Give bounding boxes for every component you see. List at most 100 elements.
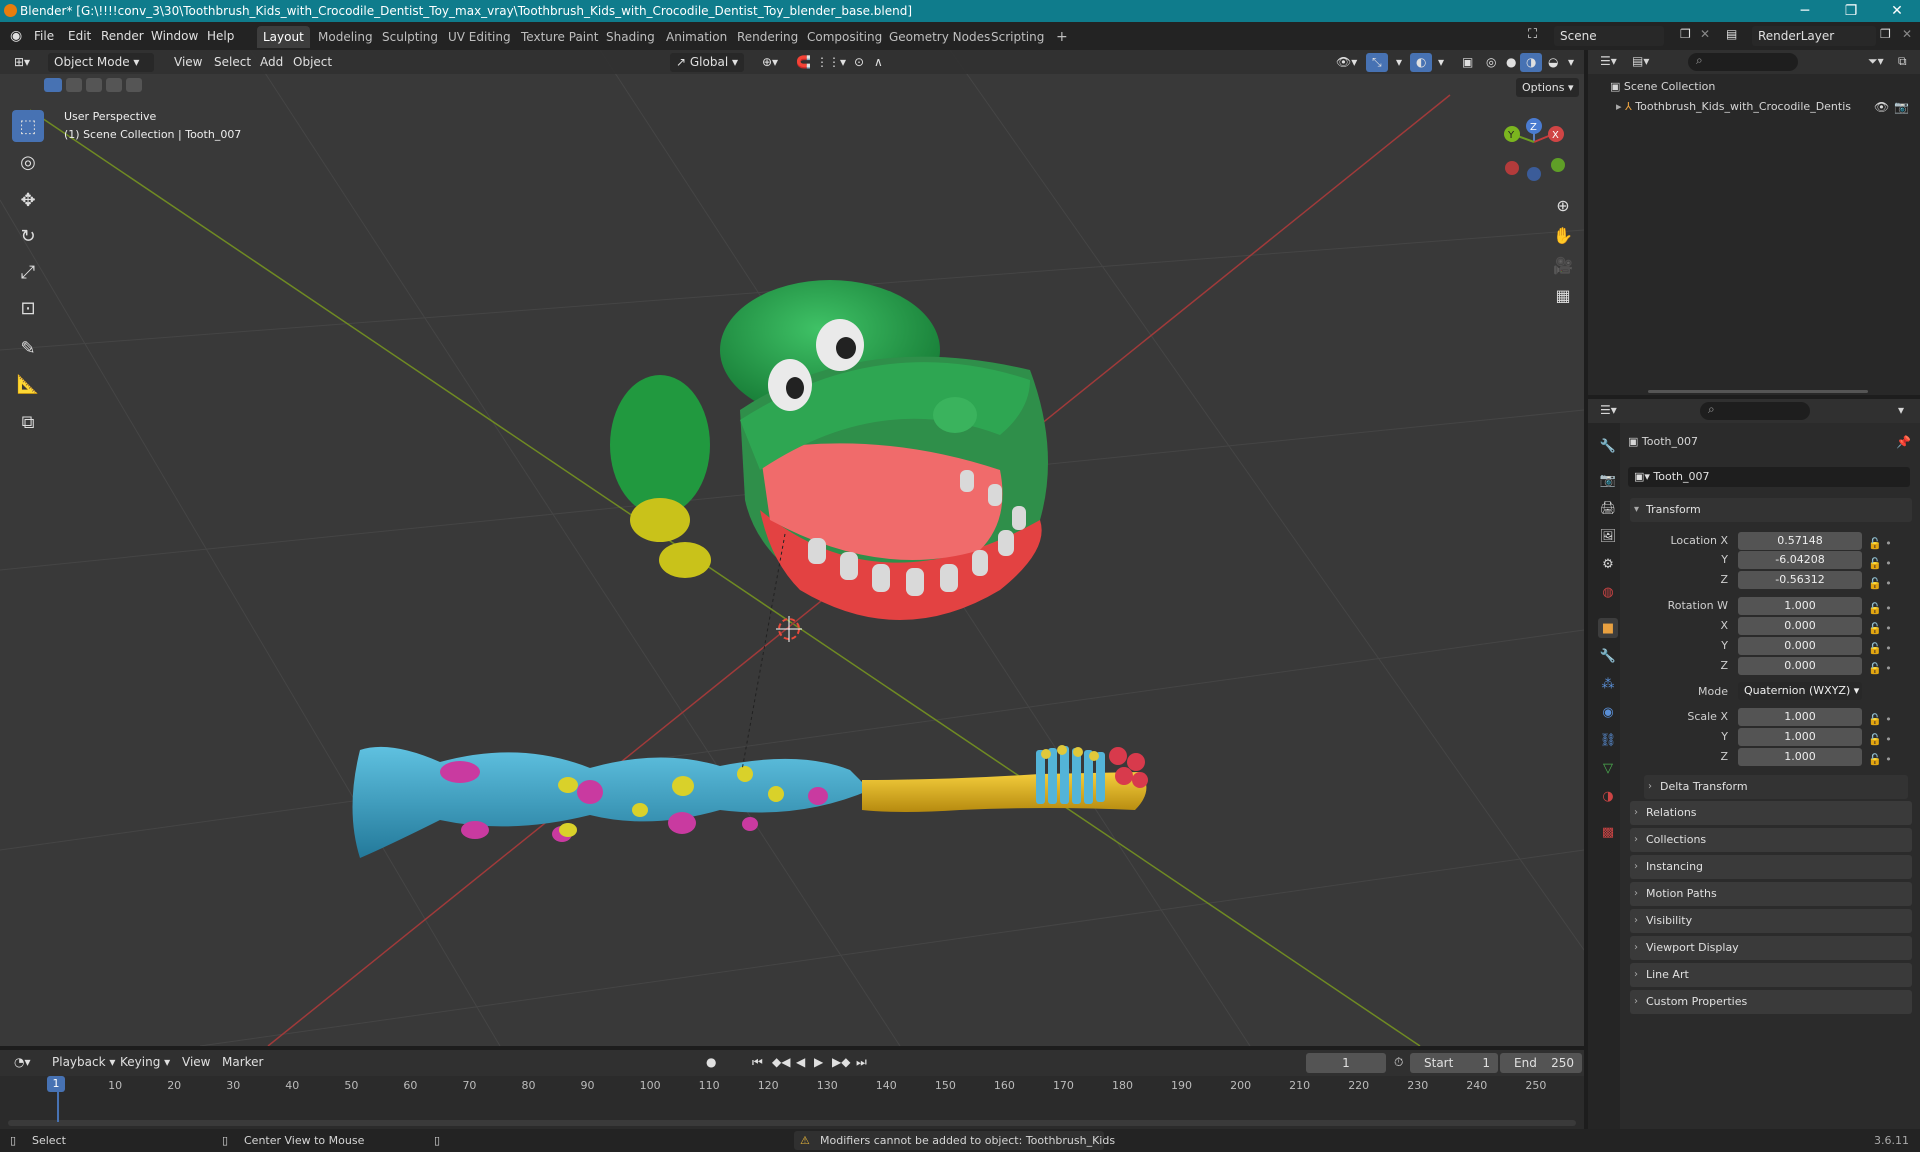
object-datablock-field[interactable]: ▣▾ Tooth_007: [1628, 467, 1910, 487]
timeline-view-menu[interactable]: View: [176, 1053, 216, 1072]
render-layer-icon[interactable]: ▤: [1726, 27, 1737, 41]
tab-compositing[interactable]: Compositing: [801, 26, 888, 48]
blender-menu-icon[interactable]: ◉: [10, 28, 22, 44]
cursor-tool-icon[interactable]: ◎: [12, 146, 44, 178]
properties-editor-type-icon[interactable]: ☰▾: [1600, 403, 1617, 417]
scene-selector[interactable]: Scene: [1554, 26, 1664, 46]
gizmo-dropdown-icon[interactable]: ▾: [1390, 53, 1408, 72]
collections-section[interactable]: › Collections: [1630, 828, 1912, 852]
pan-hand-icon[interactable]: ✋: [1550, 222, 1576, 248]
outliner-search-input[interactable]: ⌕: [1688, 53, 1798, 71]
lock-icon[interactable]: 🔓 •: [1868, 554, 1908, 574]
texture-tab-icon[interactable]: ▩: [1598, 822, 1618, 842]
select-subtract-icon[interactable]: [86, 78, 102, 92]
new-collection-icon[interactable]: ⧉: [1898, 54, 1907, 69]
physics-tab-icon[interactable]: ◉: [1598, 702, 1618, 722]
particles-tab-icon[interactable]: ⁂: [1598, 674, 1618, 694]
menu-edit[interactable]: Edit: [68, 29, 91, 43]
viewport-display-section[interactable]: › Viewport Display: [1630, 936, 1912, 960]
start-frame-field[interactable]: Start 1: [1410, 1053, 1498, 1073]
visibility-icon[interactable]: 👁▾: [1330, 53, 1363, 72]
transform-orientation-dropdown[interactable]: ↗ Global ▾: [670, 53, 744, 72]
menu-file[interactable]: File: [34, 29, 54, 43]
select-invert-icon[interactable]: [106, 78, 122, 92]
output-tab-icon[interactable]: 🖨: [1598, 498, 1618, 518]
location-y-field[interactable]: -6.04208: [1738, 551, 1862, 569]
gizmo-toggle-icon[interactable]: ⤡: [1366, 53, 1388, 72]
location-z-field[interactable]: -0.56312: [1738, 571, 1862, 589]
data-tab-icon[interactable]: ▽: [1598, 758, 1618, 778]
menu-window[interactable]: Window: [151, 29, 198, 43]
auto-keying-icon[interactable]: ●: [700, 1053, 722, 1072]
new-view-layer-icon[interactable]: ❐: [1880, 27, 1891, 41]
shading-dropdown-icon[interactable]: ▾: [1562, 53, 1580, 72]
remove-scene-icon[interactable]: ✕: [1700, 27, 1710, 41]
new-scene-icon[interactable]: ❐: [1680, 27, 1691, 41]
scale-x-field[interactable]: 1.000: [1738, 708, 1862, 726]
instancing-section[interactable]: › Instancing: [1630, 855, 1912, 879]
menu-select[interactable]: Select: [208, 53, 257, 72]
lock-icon[interactable]: 🔓 •: [1868, 574, 1908, 594]
delta-transform-section[interactable]: › Delta Transform: [1644, 775, 1908, 799]
scene-icon[interactable]: ⛶: [1528, 27, 1537, 42]
overlays-dropdown-icon[interactable]: ▾: [1432, 53, 1450, 72]
end-frame-field[interactable]: End 250: [1500, 1053, 1582, 1073]
object-mode-dropdown[interactable]: Object Mode ▾: [48, 53, 154, 72]
crocodile-toy[interactable]: [610, 280, 1048, 620]
tab-rendering[interactable]: Rendering: [731, 26, 804, 48]
constraints-tab-icon[interactable]: ⛓: [1598, 730, 1618, 750]
editor-type-icon[interactable]: ⊞▾: [8, 53, 36, 72]
outliner-editor-type-icon[interactable]: ☰▾: [1600, 54, 1617, 68]
frame-range-clock-icon[interactable]: ⏱: [1388, 1053, 1409, 1072]
move-tool-icon[interactable]: ✥: [12, 184, 44, 216]
tab-scripting[interactable]: Scripting: [985, 26, 1050, 48]
rotation-mode-dropdown[interactable]: Quaternion (WXYZ) ▾: [1738, 682, 1862, 700]
custom-properties-section[interactable]: › Custom Properties: [1630, 990, 1912, 1014]
perspective-toggle-icon[interactable]: ▦: [1550, 282, 1576, 308]
outliner-scrollbar[interactable]: [1648, 390, 1868, 393]
maximize-icon[interactable]: ❐: [1828, 0, 1874, 22]
render-camera-icon[interactable]: 📷: [1894, 100, 1909, 114]
material-shading-icon[interactable]: ◑: [1520, 53, 1543, 72]
menu-add[interactable]: Add: [254, 53, 289, 72]
remove-view-layer-icon[interactable]: ✕: [1902, 27, 1912, 41]
tool-tab-icon[interactable]: 🔧: [1598, 436, 1618, 456]
jump-end-icon[interactable]: ⏭: [850, 1053, 873, 1072]
3d-viewport[interactable]: Z X Y ⊞▾ Object Mode ▾ View Select Add O…: [0, 50, 1584, 1046]
menu-view[interactable]: View: [168, 53, 208, 72]
lock-icon[interactable]: 🔓 •: [1868, 659, 1908, 679]
timeline-editor-type-icon[interactable]: ◔▾: [8, 1053, 37, 1072]
render-tab-icon[interactable]: 📷: [1598, 470, 1618, 490]
annotate-tool-icon[interactable]: ✎: [12, 332, 44, 364]
xray-icon[interactable]: ▣: [1456, 53, 1479, 72]
add-workspace-icon[interactable]: +: [1050, 26, 1074, 48]
toothbrush[interactable]: [352, 745, 1149, 858]
lock-icon[interactable]: 🔓 •: [1868, 639, 1908, 659]
scale-tool-icon[interactable]: ⤢: [12, 256, 44, 288]
pivot-point-icon[interactable]: ⊕▾: [756, 53, 784, 72]
tab-geometry-nodes[interactable]: Geometry Nodes: [883, 26, 996, 48]
select-extend-icon[interactable]: [66, 78, 82, 92]
playhead[interactable]: 1: [47, 1076, 65, 1092]
visibility-section[interactable]: › Visibility: [1630, 909, 1912, 933]
marker-menu[interactable]: Marker: [216, 1053, 269, 1072]
timeline-scrollbar[interactable]: [8, 1120, 1576, 1126]
lock-icon[interactable]: 🔓 •: [1868, 750, 1908, 770]
rotation-y-field[interactable]: 0.000: [1738, 637, 1862, 655]
transform-section-header[interactable]: ▾ Transform: [1630, 498, 1912, 522]
lock-icon[interactable]: 🔓 •: [1868, 710, 1908, 730]
keying-menu[interactable]: Keying ▾: [114, 1053, 176, 1072]
rotate-tool-icon[interactable]: ↻: [12, 220, 44, 252]
tab-modeling[interactable]: Modeling: [312, 26, 379, 48]
rotation-z-field[interactable]: 0.000: [1738, 657, 1862, 675]
lock-icon[interactable]: 🔓 •: [1868, 730, 1908, 750]
render-layer-selector[interactable]: RenderLayer: [1752, 26, 1876, 46]
lock-icon[interactable]: 🔓 •: [1868, 619, 1908, 639]
modifier-tab-icon[interactable]: 🔧: [1598, 646, 1618, 666]
filter-icon[interactable]: ⏷▾: [1868, 54, 1884, 69]
menu-help[interactable]: Help: [207, 29, 234, 43]
tab-sculpting[interactable]: Sculpting: [376, 26, 444, 48]
line-art-section[interactable]: › Line Art: [1630, 963, 1912, 987]
outliner-scene-collection[interactable]: ▣ Scene Collection: [1610, 80, 1715, 93]
properties-search-input[interactable]: ⌕: [1700, 402, 1810, 420]
